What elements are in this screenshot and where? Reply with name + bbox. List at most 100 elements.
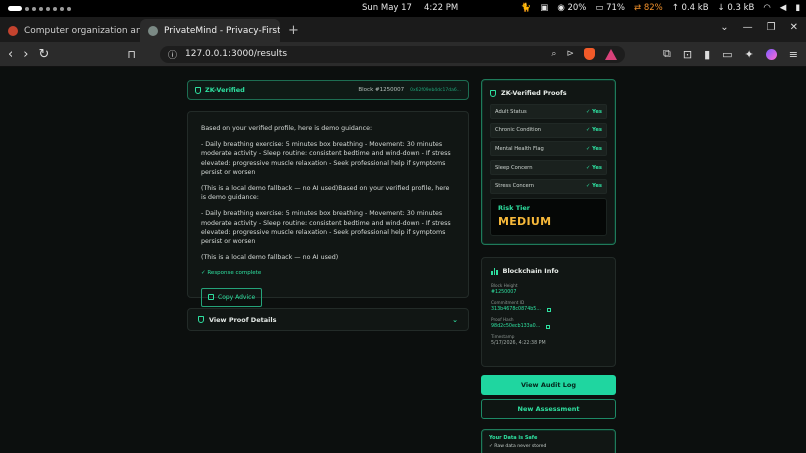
power-icon[interactable]: ▮ [795, 3, 800, 13]
commitment-id-label: Commitment ID [491, 300, 525, 305]
commitment-id-text: 313b4678c0874b5... [491, 307, 541, 312]
response-status-text: Response complete [207, 270, 262, 277]
cat-icon[interactable]: 🐈 [521, 3, 532, 13]
timestamp-label: Timestamp [491, 334, 515, 339]
translate-icon[interactable]: ⊡ [683, 48, 692, 61]
proof-value-text: Yes [592, 164, 602, 171]
workspace-indicator[interactable] [8, 6, 71, 11]
menu-icon[interactable]: ≡ [789, 48, 798, 61]
workspace-dot[interactable] [25, 6, 29, 11]
copy-advice-button[interactable]: Copy Advice [201, 287, 263, 307]
browser-tab-bar: Computer organization and a PrivateMind … [0, 17, 806, 42]
copy-icon[interactable] [546, 307, 551, 312]
zk-verified-banner: ZK-Verified Block #1250007 0x62f09eb4dc1… [187, 80, 469, 100]
proof-hash-text: 98d2c50ecb133a0... [491, 324, 541, 329]
url-text[interactable]: 127.0.0.1:3000/results [185, 49, 287, 59]
copy-icon[interactable] [546, 324, 551, 329]
forward-icon[interactable]: › [23, 47, 28, 62]
back-icon[interactable]: ‹ [8, 47, 13, 62]
proof-label: Sleep Concern [495, 164, 533, 171]
new-assessment-button[interactable]: New Assessment [481, 399, 616, 419]
bar-chart-icon [491, 267, 498, 275]
cpu-icon: ◉ 20% [557, 3, 587, 13]
data-safety-title: Your Data is Safe [489, 435, 538, 441]
clipboard-icon[interactable]: ▣ [540, 3, 548, 13]
wifi-icon[interactable]: ◠ [763, 3, 770, 13]
restore-icon[interactable]: ❐ [767, 22, 776, 33]
proof-value: ✓ Yes [585, 127, 602, 134]
copy-icon [208, 294, 214, 301]
tab-title: Computer organization and a [24, 25, 140, 36]
shield-icon [490, 89, 496, 97]
workspace-dot[interactable] [46, 6, 50, 11]
proof-value-text: Yes [592, 127, 602, 134]
response-paragraph: (This is a local demo fallback — no AI u… [201, 254, 339, 262]
workspace-dot[interactable] [39, 6, 43, 11]
risk-tier-box: Risk Tier MEDIUM [490, 197, 607, 236]
proof-row-sleep-concern: Sleep Concern ✓ Yes [490, 160, 607, 176]
workspace-dot[interactable] [53, 6, 57, 11]
proof-value: ✓ Yes [585, 145, 602, 152]
results-page: ZK-Verified Block #1250007 0x62f09eb4dc1… [0, 67, 806, 453]
reload-icon[interactable]: ↻ [39, 47, 50, 62]
tab-privatemind[interactable]: PrivateMind - Privacy-First ✕ [140, 19, 280, 42]
proof-hash-value: 98d2c50ecb133a0... [491, 324, 606, 329]
shield-icon [195, 86, 201, 94]
active-workspace[interactable] [8, 6, 22, 11]
proof-value: ✓ Yes [585, 164, 602, 171]
tx-hash: 0x62f09eb4dc17da6... [410, 87, 461, 93]
proof-value: ✓ Yes [585, 108, 602, 115]
response-paragraph: - Daily breathing exercise: 5 minutes bo… [201, 210, 451, 246]
block-number: Block #1250007 [358, 87, 405, 93]
close-window-icon[interactable]: ✕ [790, 22, 798, 33]
volume-icon[interactable]: ◀ [780, 3, 787, 13]
tab-computer-organization[interactable]: Computer organization and a [0, 19, 140, 42]
response-status: ✓ Response complete [201, 270, 262, 277]
risk-tier-value: MEDIUM [498, 214, 552, 228]
system-top-bar: Sun May 17 4:22 PM 🐈 ▣ ◉ 20% ▭ 71% ⇄ 82%… [0, 0, 806, 17]
battery-level: 71% [606, 3, 625, 13]
proof-row-mental-health-flag: Mental Health Flag ✓ Yes [490, 141, 607, 157]
profile-avatar[interactable] [765, 48, 777, 60]
zoom-icon[interactable]: ⌕ [551, 49, 556, 59]
brave-shields-icon[interactable] [584, 48, 595, 60]
new-tab-button[interactable]: + [280, 19, 307, 42]
wallet-icon[interactable]: ▭ [722, 48, 732, 61]
data-safety-item: ✓ Raw data never stored [489, 444, 547, 449]
minimize-icon[interactable]: — [743, 22, 753, 33]
view-proof-details-toggle[interactable]: View Proof Details ⌄ [187, 308, 469, 331]
bookmark-icon[interactable]: ⊓ [127, 48, 136, 61]
proof-label: Adult Status [495, 108, 527, 115]
download-speed: 0.3 kB [727, 3, 755, 13]
send-icon[interactable]: ⊳ [566, 49, 574, 59]
zk-proofs-title: ZK-Verified Proofs [490, 89, 607, 97]
upload-speed: 0.4 kB [681, 3, 709, 13]
leo-ai-icon[interactable]: ✦ [745, 48, 754, 61]
workspace-dot[interactable] [32, 6, 36, 11]
tab-search-icon[interactable]: ⌄ [720, 22, 728, 33]
site-info-icon[interactable]: ⓘ [168, 48, 177, 61]
browser-toolbar: ‹ › ↻ ⊓ ⓘ 127.0.0.1:3000/results ⌕ ⊳ ⧉ ⊡… [0, 42, 806, 67]
copy-advice-label: Copy Advice [218, 293, 256, 301]
blockchain-info-title-text: Blockchain Info [502, 267, 559, 275]
blockchain-info-title: Blockchain Info [491, 267, 606, 275]
upload-icon: ↑ 0.4 kB [671, 3, 709, 13]
sidebar-icon[interactable]: ▮ [704, 48, 710, 61]
ai-response-card: Based on your verified profile, here is … [187, 111, 469, 307]
clock[interactable]: Sun May 17 4:22 PM [362, 3, 458, 13]
view-audit-log-button[interactable]: View Audit Log [481, 375, 616, 395]
proof-label: Stress Concern [495, 183, 535, 190]
risk-tier-label: Risk Tier [498, 203, 530, 212]
block-height-value: #1250007 [491, 290, 606, 295]
download-icon: ↓ 0.3 kB [717, 3, 755, 13]
zk-proofs-panel: ZK-Verified Proofs Adult Status ✓ Yes Ch… [481, 79, 616, 245]
response-paragraph: - Daily breathing exercise: 5 minutes bo… [201, 141, 451, 176]
battery-icon: ▭ 71% [595, 3, 625, 13]
extensions-icon[interactable]: ⧉ [663, 47, 671, 61]
address-bar[interactable]: ⓘ 127.0.0.1:3000/results ⌕ ⊳ [160, 45, 625, 63]
workspace-dot[interactable] [60, 6, 64, 11]
chevron-down-icon: ⌄ [452, 315, 458, 324]
brave-rewards-icon[interactable] [605, 48, 617, 60]
commitment-id-value: 313b4678c0874b5... [491, 307, 606, 312]
workspace-dot[interactable] [67, 6, 71, 11]
